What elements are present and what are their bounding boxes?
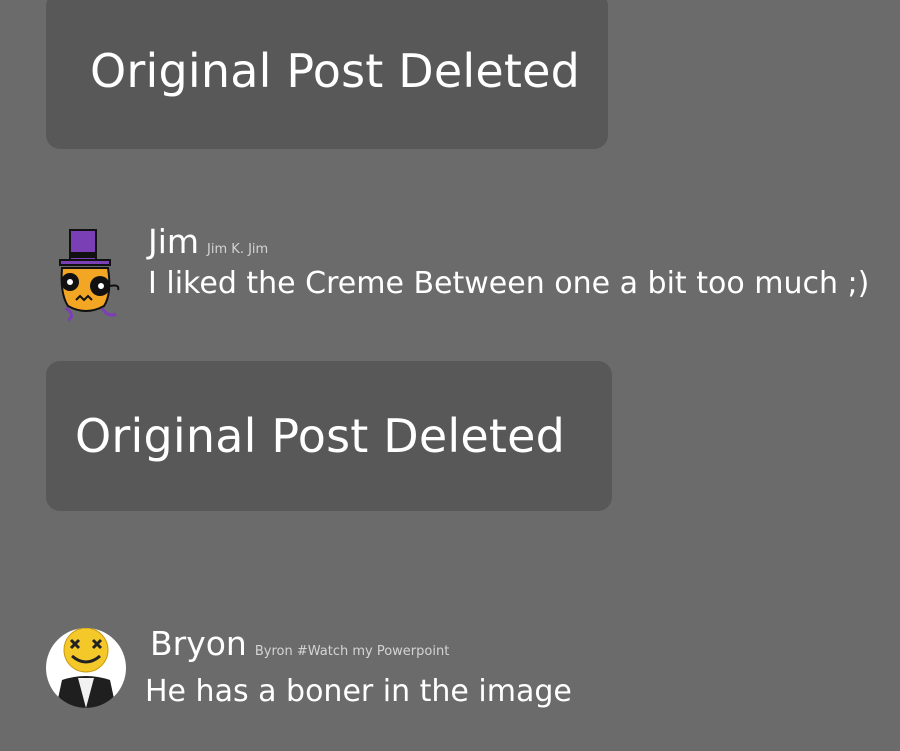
- user-handle: Jim K. Jim: [207, 242, 269, 257]
- comment-header: Jim Jim K. Jim: [148, 222, 268, 261]
- deleted-post-label: Original Post Deleted: [75, 409, 566, 463]
- dizzy-face-person-icon: [46, 628, 126, 708]
- comment-text: He has a boner in the image: [145, 674, 572, 709]
- avatar[interactable]: [46, 224, 126, 324]
- comment-header: Bryon Byron #Watch my Powerpoint: [150, 624, 449, 663]
- deleted-post-label: Original Post Deleted: [90, 43, 581, 98]
- comment-text: I liked the Creme Between one a bit too …: [148, 266, 870, 301]
- top-hat-monster-icon: [59, 229, 120, 322]
- deleted-post-card: Original Post Deleted: [46, 0, 608, 149]
- deleted-post-card: Original Post Deleted: [46, 361, 612, 511]
- user-name[interactable]: Jim: [148, 222, 199, 261]
- avatar[interactable]: [46, 628, 126, 708]
- user-handle: Byron #Watch my Powerpoint: [254, 644, 450, 659]
- user-name[interactable]: Bryon: [150, 624, 247, 663]
